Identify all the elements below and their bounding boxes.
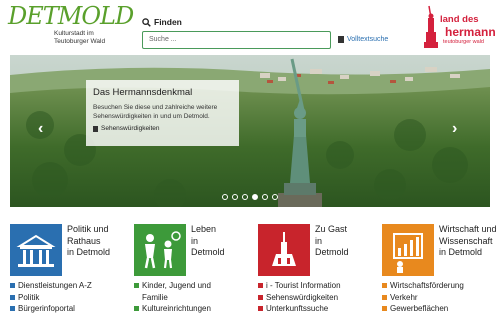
partner-logo-line3: teutoburger wald: [443, 39, 484, 45]
hermann-figure-icon: [424, 5, 438, 48]
search-input[interactable]: Suche ...: [142, 31, 331, 49]
category-link-list: i - Tourist Information Sehenswürdigkeit…: [258, 280, 378, 315]
logo-wordmark: DETMOLD: [8, 2, 134, 30]
category-title-line: in: [315, 235, 323, 246]
category-link[interactable]: Unterkunftssuche: [258, 303, 378, 315]
category-title-line: Politik und: [67, 224, 109, 234]
category-link-label: i - Tourist Information: [266, 281, 341, 290]
land-des-hermann-logo[interactable]: land des hermann teutoburger wald: [421, 4, 496, 52]
category-title-line: Detmold: [191, 247, 225, 257]
category-link[interactable]: Kultureinrichtungen: [134, 303, 254, 315]
slider-dot[interactable]: [262, 194, 268, 200]
document-icon: [338, 36, 344, 43]
category-title-line: Leben: [191, 224, 217, 234]
category-link-list: Wirtschaftsförderung Verkehr Gewerbefläc…: [382, 280, 492, 315]
category-title[interactable]: Politik und Rathaus in Detmold: [67, 224, 137, 259]
category-link[interactable]: Wirtschaftsförderung: [382, 280, 492, 292]
family-icon[interactable]: [134, 224, 186, 276]
logo-tagline: Kulturstadt im Teutoburger Wald: [54, 30, 106, 45]
town-hall-icon[interactable]: [10, 224, 62, 276]
monument-icon[interactable]: [258, 224, 310, 276]
fulltext-search-label: Volltextsuche: [347, 36, 389, 43]
category-link-continuation[interactable]: Familie: [134, 292, 254, 304]
chevron-left-icon[interactable]: ‹: [38, 120, 43, 138]
category-link-label: Politik: [18, 292, 40, 302]
slider-dot[interactable]: [242, 194, 248, 200]
category-link-list: Kinder, Jugend und Familie Kultureinrich…: [134, 280, 254, 315]
detmold-logo[interactable]: DETMOLD Kulturstadt im Teutoburger Wald: [8, 4, 134, 50]
category-title-line: Wirtschaft und: [439, 224, 497, 234]
site-header: DETMOLD Kulturstadt im Teutoburger Wald …: [0, 0, 500, 55]
fulltext-search-link[interactable]: Volltextsuche: [338, 36, 388, 43]
hero-slider[interactable]: [10, 55, 490, 207]
hero-link-label: Sehenswürdigkeiten: [101, 125, 160, 132]
category-link-label: Verkehr: [390, 292, 418, 302]
hero-caption: Das Hermannsdenkmal Besuchen Sie diese u…: [86, 80, 239, 146]
bullet-icon: [134, 306, 139, 312]
bullet-icon: [134, 283, 139, 289]
bullet-icon: [258, 283, 263, 289]
bullet-icon: [382, 283, 387, 289]
category-link-label: Kultureinrichtungen: [142, 304, 211, 313]
search-icon: [142, 17, 151, 27]
category-link[interactable]: Bürgerinfoportal: [10, 303, 130, 315]
bullet-icon: [382, 306, 387, 312]
category-link-list: Dienstleistungen A-Z Politik Bürgerinfop…: [10, 280, 130, 315]
category-title-line: in Detmold: [439, 247, 483, 257]
bullet-icon: [258, 306, 263, 312]
hero-description: Besuchen Sie diese und zahlreiche weiter…: [93, 104, 218, 120]
search-heading-label: Finden: [154, 17, 182, 27]
category-link[interactable]: Verkehr: [382, 292, 492, 304]
hero-link[interactable]: Sehenswürdigkeiten: [93, 125, 232, 132]
category-link[interactable]: Gewerbeflächen: [382, 303, 492, 315]
search-heading: Finden: [142, 17, 182, 27]
partner-logo-line2: hermann: [445, 25, 496, 39]
slider-dot[interactable]: [272, 194, 278, 200]
bullet-icon: [10, 294, 15, 300]
hero-title: Das Hermannsdenkmal: [93, 87, 193, 98]
category-link[interactable]: Politik: [10, 292, 130, 304]
category-link[interactable]: Kinder, Jugend und: [134, 280, 254, 292]
bullet-icon: [10, 283, 15, 289]
category-link[interactable]: i - Tourist Information: [258, 280, 378, 292]
category-link[interactable]: Dienstleistungen A-Z: [10, 280, 130, 292]
category-link-label: Familie: [142, 292, 168, 302]
category-link-label: Kinder, Jugend und: [142, 281, 211, 290]
category-title[interactable]: Zu Gast in Detmold: [315, 224, 385, 259]
bullet-icon: [258, 294, 263, 300]
category-link-label: Sehenswürdigkeiten: [266, 292, 339, 302]
category-title-line: in: [191, 235, 199, 246]
slider-dot[interactable]: [222, 194, 228, 200]
category-title[interactable]: Wirtschaft und Wissenschaft in Detmold: [439, 224, 500, 259]
partner-logo-line1: land des: [440, 14, 479, 25]
category-link-label: Dienstleistungen A-Z: [18, 281, 92, 290]
slider-pagination: [222, 194, 278, 200]
category-title[interactable]: Leben in Detmold: [191, 224, 261, 259]
category-title-line: in Detmold: [67, 247, 111, 257]
category-title-line: Zu Gast: [315, 224, 348, 234]
category-title-line: Detmold: [315, 247, 349, 257]
slider-dot-active[interactable]: [252, 194, 258, 200]
bullet-icon: [10, 306, 15, 312]
bullet-icon: [382, 294, 387, 300]
category-title-line: Wissenschaft: [439, 235, 493, 246]
category-link-label: Gewerbeflächen: [390, 304, 449, 313]
category-link-label: Wirtschaftsförderung: [390, 281, 464, 290]
category-link-label: Bürgerinfoportal: [18, 304, 75, 313]
slider-dot[interactable]: [232, 194, 238, 200]
category-section: Politik und Rathaus in Detmold Dienstlei…: [0, 221, 500, 316]
chevron-right-icon[interactable]: ›: [452, 120, 457, 138]
category-title-line: Rathaus: [67, 235, 101, 246]
category-link[interactable]: Sehenswürdigkeiten: [258, 292, 378, 304]
hero-image: [10, 55, 490, 207]
document-icon: [93, 125, 98, 132]
category-link-label: Unterkunftssuche: [266, 304, 329, 313]
business-chart-icon[interactable]: [382, 224, 434, 276]
